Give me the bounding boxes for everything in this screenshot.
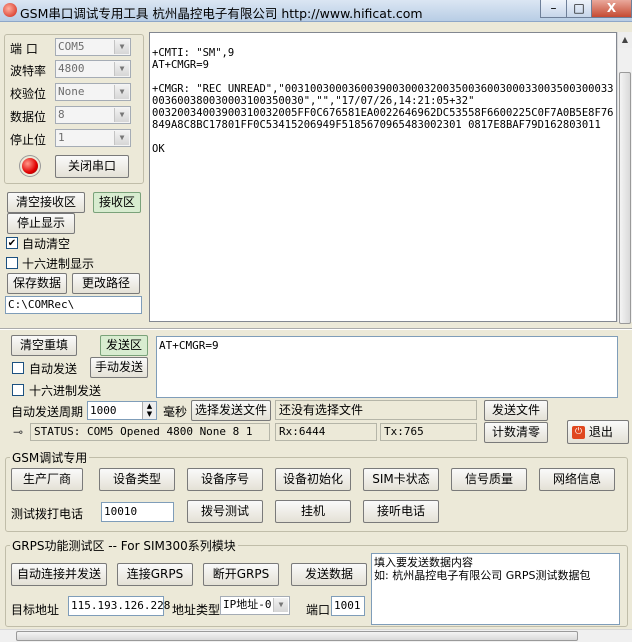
- manufacturer-button[interactable]: 生产厂商: [11, 468, 83, 491]
- chevron-down-icon: ▼: [114, 85, 129, 99]
- address-type-select[interactable]: IP地址-0 ▼: [220, 596, 290, 615]
- chevron-down-icon: ▼: [273, 598, 288, 612]
- port-select[interactable]: COM5 ▼: [55, 38, 131, 56]
- scroll-up-icon[interactable]: ▲: [618, 32, 632, 48]
- parity-select[interactable]: None ▼: [55, 83, 131, 101]
- receive-scrollbar[interactable]: ▲: [617, 32, 632, 324]
- send-file-button[interactable]: 发送文件: [484, 400, 548, 421]
- grps-hint-line2: 如: 杭州晶控电子有限公司 GRPS测试数据包: [374, 569, 591, 582]
- port-status-led-icon: [22, 158, 38, 174]
- title-bar[interactable]: GSM串口调试专用工具 杭州晶控电子有限公司 http://www.hifica…: [0, 0, 632, 22]
- scroll-thumb[interactable]: [619, 72, 631, 324]
- auto-clear-label: 自动清空: [22, 237, 71, 251]
- clear-resend-button[interactable]: 清空重填: [11, 335, 77, 356]
- stop-display-button[interactable]: 停止显示: [7, 213, 75, 234]
- baud-select[interactable]: 4800 ▼: [55, 60, 131, 78]
- hang-up-button[interactable]: 挂机: [275, 500, 351, 523]
- maximize-button[interactable]: □: [566, 0, 592, 18]
- address-type-value: IP地址-0: [223, 598, 272, 611]
- pin-icon: ⊸: [13, 425, 24, 439]
- window-title: GSM串口调试专用工具 杭州晶控电子有限公司 http://www.hifica…: [20, 6, 423, 21]
- manual-send-button[interactable]: 手动发送: [90, 357, 148, 378]
- exit-button[interactable]: ⏻ 退出: [567, 420, 629, 444]
- auto-send-label: 自动发送: [29, 362, 78, 376]
- chevron-down-icon: ▼: [114, 108, 129, 122]
- stopbits-label: 停止位: [10, 133, 47, 147]
- file-status-field: 还没有选择文件: [275, 400, 477, 420]
- target-address-label: 目标地址: [11, 603, 60, 617]
- port-select-value: COM5: [58, 40, 85, 53]
- close-button[interactable]: X: [591, 0, 632, 18]
- auto-clear-checkbox[interactable]: ✔: [6, 237, 18, 249]
- sim-status-button[interactable]: SIM卡状态: [363, 468, 439, 491]
- send-data-button[interactable]: 发送数据: [291, 563, 367, 586]
- dial-test-button[interactable]: 拨号测试: [187, 500, 263, 523]
- exit-label: 退出: [588, 425, 613, 439]
- receive-text: +CMTI: "SM",9 AT+CMGR=9 +CMGR: "REC UNRE…: [152, 47, 614, 155]
- grps-group-title: GRPS功能测试区 -- For SIM300系列模块: [10, 537, 238, 554]
- test-dial-label: 测试拨打电话: [11, 507, 84, 521]
- device-type-button[interactable]: 设备类型: [99, 468, 175, 491]
- send-area-tag: 发送区: [100, 335, 148, 356]
- phone-number-input[interactable]: 10010: [101, 502, 174, 522]
- minimize-button[interactable]: –: [540, 0, 567, 18]
- tx-counter: Tx:765: [380, 423, 477, 441]
- databits-select[interactable]: 8 ▼: [55, 106, 131, 124]
- status-text: STATUS: COM5 Opened 4800 None 8 1: [30, 423, 270, 441]
- port-label: 端 口: [10, 42, 38, 56]
- hscroll-thumb[interactable]: [16, 631, 578, 641]
- stopbits-select[interactable]: 1 ▼: [55, 129, 131, 147]
- app-icon: [3, 3, 17, 17]
- exit-icon: ⏻: [572, 426, 585, 439]
- grps-data-textarea[interactable]: 填入要发送数据内容 如: 杭州晶控电子有限公司 GRPS测试数据包: [371, 553, 620, 625]
- receive-area-tag: 接收区: [93, 192, 141, 213]
- signal-quality-button[interactable]: 信号质量: [451, 468, 527, 491]
- save-path-field[interactable]: C:\COMRec\: [5, 296, 142, 314]
- baud-label: 波特率: [10, 64, 47, 78]
- hex-display-label: 十六进制显示: [22, 257, 95, 271]
- network-info-button[interactable]: 网络信息: [539, 468, 615, 491]
- databits-select-value: 8: [58, 108, 65, 121]
- ms-label: 毫秒: [163, 405, 188, 419]
- period-spinner-icon[interactable]: ▲ ▼: [142, 402, 156, 419]
- chevron-down-icon: ▼: [114, 131, 129, 145]
- disconnect-grps-button[interactable]: 断开GRPS: [203, 563, 279, 586]
- target-ip-input[interactable]: 115.193.126.228: [68, 596, 170, 616]
- receive-textarea[interactable]: +CMTI: "SM",9 AT+CMGR=9 +CMGR: "REC UNRE…: [149, 32, 617, 322]
- auto-send-checkbox[interactable]: [12, 362, 24, 374]
- auto-connect-send-button[interactable]: 自动连接并发送: [11, 563, 107, 586]
- grps-port-label: 端口: [306, 603, 331, 617]
- baud-select-value: 4800: [58, 62, 85, 75]
- databits-label: 数据位: [10, 110, 47, 124]
- close-port-button[interactable]: 关闭串口: [55, 155, 129, 178]
- save-data-button[interactable]: 保存数据: [7, 273, 67, 294]
- grps-hint-line1: 填入要发送数据内容: [374, 556, 473, 569]
- period-label: 自动发送周期: [11, 405, 84, 419]
- connect-grps-button[interactable]: 连接GRPS: [117, 563, 193, 586]
- answer-call-button[interactable]: 接听电话: [363, 500, 439, 523]
- hex-display-checkbox[interactable]: [6, 257, 18, 269]
- count-clear-button[interactable]: 计数清零: [484, 422, 548, 443]
- clear-receive-button[interactable]: 清空接收区: [7, 192, 85, 213]
- change-path-button[interactable]: 更改路径: [72, 273, 140, 294]
- address-type-label: 地址类型: [172, 603, 221, 617]
- gsm-group-title: GSM调试专用: [10, 449, 90, 466]
- send-textarea[interactable]: AT+CMGR=9: [156, 336, 618, 398]
- stopbits-select-value: 1: [58, 131, 65, 144]
- rx-counter: Rx:6444: [275, 423, 377, 441]
- parity-select-value: None: [58, 85, 85, 98]
- choose-file-button[interactable]: 选择发送文件: [191, 400, 271, 421]
- hex-send-label: 十六进制发送: [29, 384, 102, 398]
- window-hscrollbar[interactable]: [0, 629, 632, 642]
- chevron-down-icon: ▼: [114, 62, 129, 76]
- hex-send-checkbox[interactable]: [12, 384, 24, 396]
- device-init-button[interactable]: 设备初始化: [275, 468, 351, 491]
- chevron-down-icon: ▼: [114, 40, 129, 54]
- device-serial-button[interactable]: 设备序号: [187, 468, 263, 491]
- send-divider: [0, 328, 632, 330]
- grps-port-input[interactable]: 1001: [331, 596, 365, 616]
- parity-label: 校验位: [10, 87, 47, 101]
